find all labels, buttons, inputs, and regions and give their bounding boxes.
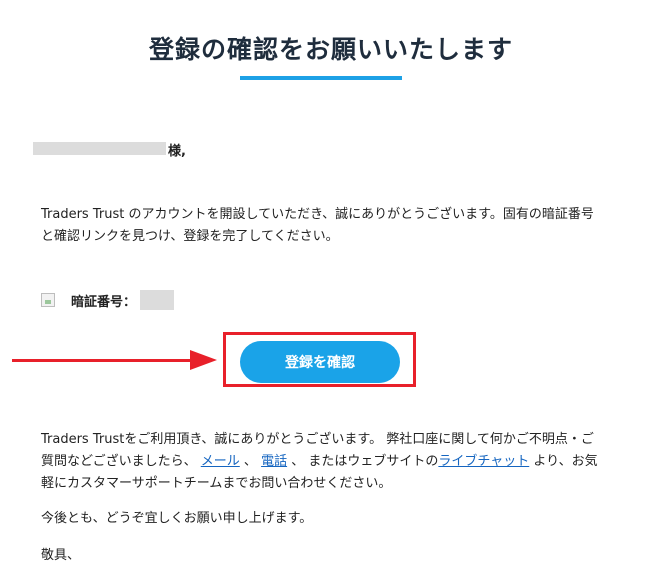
redacted-pin-value xyxy=(140,290,175,310)
page-title: 登録の確認をお願いいたします xyxy=(148,35,513,64)
broken-image-icon xyxy=(41,293,55,307)
support-paragraph: Traders Trustをご利用頂き、誠にありがとうございます。 弊社口座に関… xyxy=(41,429,601,495)
pin-row: 暗証番号： xyxy=(41,290,175,310)
redacted-recipient-name xyxy=(33,142,166,155)
mail-link[interactable]: メール xyxy=(201,454,240,469)
annotation-arrow-head xyxy=(190,350,217,370)
live-chat-link[interactable]: ライブチャット xyxy=(438,454,529,469)
confirm-registration-button[interactable]: 登録を確認 xyxy=(240,341,400,383)
intro-paragraph: Traders Trust のアカウントを開設していただき、誠にありがとうござい… xyxy=(41,207,594,244)
pin-label: 暗証番号： xyxy=(71,294,137,310)
support-separator: 、 xyxy=(243,454,257,469)
title-underline xyxy=(240,76,402,80)
support-text-middle: 、 またはウェブサイトの xyxy=(291,454,439,469)
signoff: 敬具、 xyxy=(41,548,81,563)
closing-paragraph: 今後とも、どうぞ宜しくお願い申し上げます。 xyxy=(41,511,313,526)
phone-link[interactable]: 電話 xyxy=(261,454,287,469)
annotation-arrow-line xyxy=(12,359,192,362)
salutation-suffix: 様, xyxy=(168,144,186,159)
